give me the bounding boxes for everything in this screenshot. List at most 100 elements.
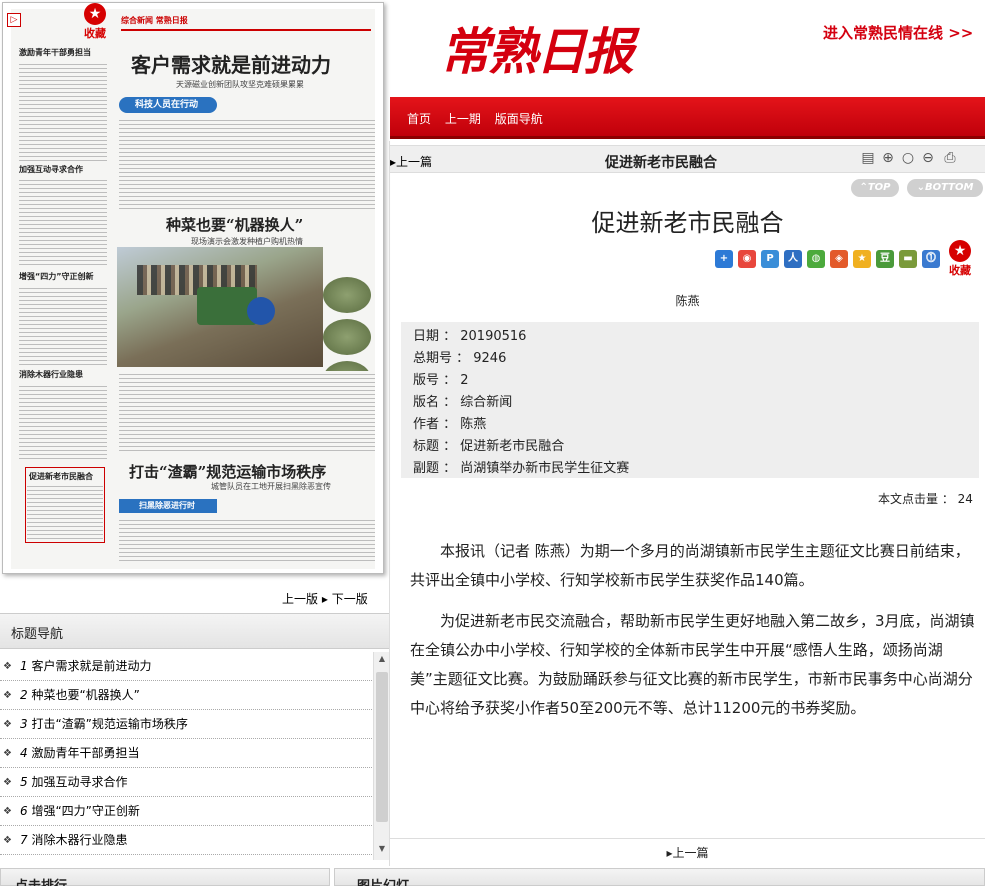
article-author: 陈燕 (675, 294, 700, 308)
page-left-head-1[interactable]: 激励青年干部勇担当 (19, 47, 91, 58)
column-divider (389, 141, 390, 866)
title-nav-scrollbar[interactable]: ▲ ▼ (373, 652, 389, 860)
star-icon: ★ (84, 3, 106, 25)
star-icon: ★ (949, 240, 971, 262)
scroll-up-icon[interactable]: ▲ (374, 654, 390, 668)
bullet-icon: ❖ (3, 806, 12, 817)
favorite-label: 收藏 (84, 27, 106, 40)
click-ranking-tab[interactable]: 点击排行 (0, 868, 330, 886)
page-photo-machine (117, 247, 323, 367)
nav-page-navigation[interactable]: 版面导航 (495, 112, 543, 126)
meta-page: 版号 ： 2 (413, 373, 469, 388)
title-nav-item[interactable]: ❖ 5 加强互动寻求合作 (0, 768, 372, 797)
page-headline-2[interactable]: 种菜也要“机器换人” (166, 214, 303, 235)
article-body: 本报讯（记者 陈燕）为期一个多月的尚湖镇新市民学生主题征文比赛日前结束，共评出全… (410, 537, 975, 735)
title-nav-heading: 标题导航 (11, 627, 64, 642)
page-headline-1[interactable]: 客户需求就是前进动力 (131, 49, 331, 78)
chevron-down-icon: ⌄ (916, 182, 925, 193)
prev-article-link[interactable]: ▸上一篇 (666, 846, 708, 860)
page-text-column (19, 285, 107, 365)
page-subhead-1: 天源磁业创新团队攻坚克难硕果累累 (176, 80, 304, 89)
share-weibo-icon[interactable]: ◉ (738, 250, 756, 268)
toolbar-article-title: 促进新老市民融合 (605, 155, 717, 171)
print-icon[interactable]: ⎙ (942, 150, 958, 166)
share-renren-icon[interactable]: 人 (784, 250, 802, 268)
page-thumb-photo (323, 319, 371, 355)
toolbar-prev-article[interactable]: ▸上一篇 (390, 153, 432, 170)
bullet-icon: ❖ (3, 719, 12, 730)
share-qzone-icon[interactable]: P (761, 250, 779, 268)
page-banner-1: 科技人员在行动 (119, 97, 217, 113)
meta-title: 标题 ： 促进新老市民融合 (413, 439, 565, 454)
page-pager: 上一版 ▸ 下一版 (282, 590, 368, 607)
share-other-icon[interactable]: ⓵ (922, 250, 940, 268)
page-text-column (119, 517, 375, 563)
scroll-down-icon[interactable]: ▼ (374, 844, 390, 858)
zoom-reset-icon[interactable]: ○ (900, 150, 916, 166)
title-nav-item[interactable]: ❖ 1 客户需求就是前进动力 (0, 652, 372, 681)
share-kaixin-icon[interactable]: ★ (853, 250, 871, 268)
bullet-icon: ❖ (3, 748, 12, 759)
share-more-icon[interactable]: + (715, 250, 733, 268)
share-douban-icon[interactable]: 豆 (876, 250, 894, 268)
page-masthead: 综合新闻 常熟日报 (121, 15, 371, 31)
photo-slideshow-tab[interactable]: 图片幻灯 (334, 868, 985, 886)
article-meta: 日期 ： 20190516 总期号 ： 9246 版号 ： 2 版名 ： 综合新… (401, 322, 979, 478)
page-text-column (19, 383, 107, 461)
page-left-head-3[interactable]: 增强“四力”守正创新 (19, 271, 94, 282)
expand-arrow-icon[interactable]: ▷ (7, 13, 21, 27)
notepad-icon[interactable]: ▤ (860, 150, 876, 166)
page-text-column (119, 371, 375, 453)
article-paragraph: 本报讯（记者 陈燕）为期一个多月的尚湖镇新市民学生主题征文比赛日前结束，共评出全… (410, 542, 970, 589)
share-wechat-icon[interactable]: ◍ (807, 250, 825, 268)
enter-minqing-link[interactable]: 进入常熟民情在线 >> (823, 22, 973, 43)
title-nav-item[interactable]: ❖ 4 激励青年干部勇担当 (0, 739, 372, 768)
share-bookmark-icon[interactable]: ▬ (899, 250, 917, 268)
prev-page-link[interactable]: 上一版 (282, 592, 318, 606)
bullet-icon: ❖ (3, 661, 12, 672)
meta-issue: 总期号 ： 9246 (413, 351, 507, 366)
site-logo[interactable]: 常熟日报 (440, 12, 634, 84)
hit-count: 本文点击量 ： 24 (878, 492, 973, 506)
newspaper-page-content: 综合新闻 常熟日报 客户需求就是前进动力 天源磁业创新团队攻坚克难硕果累累 科技… (11, 9, 375, 569)
title-nav-item[interactable]: ❖ 2 种菜也要“机器换人” (0, 681, 372, 710)
next-page-link[interactable]: 下一版 (332, 592, 368, 606)
nav-prev-issue[interactable]: 上一期 (445, 112, 481, 126)
title-nav-item[interactable]: ❖ 6 增强“四力”守正创新 (0, 797, 372, 826)
page-banner-2: 扫黑除恶进行时 (119, 499, 217, 513)
share-tencent-icon[interactable]: ◈ (830, 250, 848, 268)
zoom-in-icon[interactable]: ⊕ (880, 150, 896, 166)
scroll-bottom-button[interactable]: ⌄BOTTOM (907, 179, 983, 197)
bullet-icon: ❖ (3, 690, 12, 701)
scroll-top-button[interactable]: ⌃TOP (851, 179, 899, 197)
page-left-head-4[interactable]: 消除木器行业隐患 (19, 369, 83, 380)
chevron-up-icon: ⌃ (859, 182, 868, 193)
main-nav-bar: 首页 上一期 版面导航 (390, 97, 985, 139)
page-subhead-3: 城管队员在工地开展扫黑除恶宣传 (211, 482, 331, 491)
page-text-column (19, 177, 107, 265)
meta-author: 作者 ： 陈燕 (413, 417, 487, 432)
article-title: 促进新老市民融合 (591, 209, 784, 237)
article-toolbar: ▸上一篇 促进新老市民融合 ▤ ⊕ ○ ⊖ ⎙ (390, 145, 985, 173)
page-subhead-2: 现场演示会激发种植户购机热情 (191, 237, 303, 246)
title-nav-header: 标题导航 (0, 613, 389, 649)
bullet-icon: ❖ (3, 777, 12, 788)
page-text-column (119, 117, 375, 209)
title-nav-item[interactable]: ❖ 3 打击“渣霸”规范运输市场秩序 (0, 710, 372, 739)
nav-home[interactable]: 首页 (407, 112, 431, 126)
zoom-out-icon[interactable]: ⊖ (920, 150, 936, 166)
article-paragraph: 为促进新老市民交流融合，帮助新市民学生更好地融入第二故乡，3月底，尚湖镇在全镇公… (410, 612, 975, 717)
article-favorite-button[interactable]: ★ 收藏 (946, 240, 974, 278)
page-headline-3[interactable]: 打击“渣霸”规范运输市场秩序 (129, 461, 326, 482)
meta-section: 版名 ： 综合新闻 (413, 395, 513, 410)
favorite-button[interactable]: ★ 收藏 (81, 3, 109, 41)
page-left-head-2[interactable]: 加强互动寻求合作 (19, 164, 83, 175)
scroll-thumb[interactable] (376, 672, 388, 822)
page-text-column (27, 483, 103, 541)
meta-subtitle: 副题 ： 尚湖镇举办新市民学生征文赛 (413, 461, 630, 476)
newspaper-page-image[interactable]: 综合新闻 常熟日报 客户需求就是前进动力 天源磁业创新团队攻坚克难硕果累累 科技… (2, 2, 384, 574)
title-nav-item[interactable]: ❖ 7 消除木器行业隐患 (0, 826, 372, 855)
title-nav-list: ❖ 1 客户需求就是前进动力 ❖ 2 种菜也要“机器换人” ❖ 3 打击“渣霸”规范运… (0, 652, 389, 860)
meta-date: 日期 ： 20190516 (413, 329, 527, 344)
article-pager: ▸上一篇 (390, 838, 985, 866)
